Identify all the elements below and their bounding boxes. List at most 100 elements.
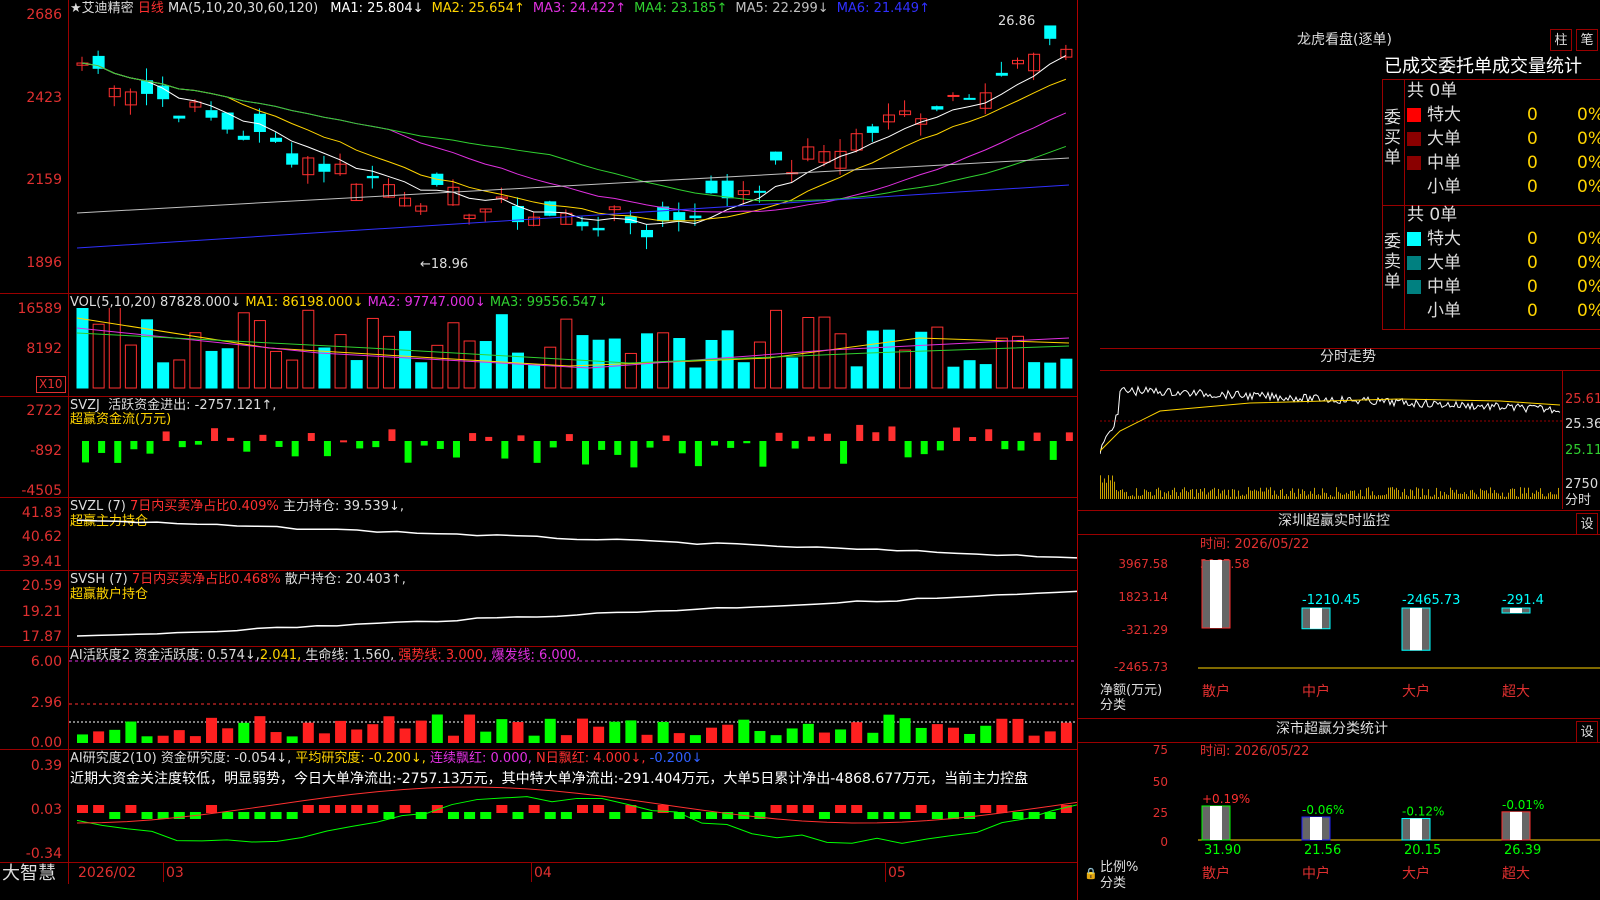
ma-values: MA1: 25.804↓ MA2: 25.654↑ MA3: 24.422↑ MA4:… (322, 1, 930, 16)
activity-chart[interactable] (69, 647, 1077, 749)
period-label[interactable]: 日线 (138, 1, 164, 16)
volume-bar (657, 332, 670, 389)
date-tick-feb: 2026/02 (78, 865, 137, 881)
monitor-axis-0: 3967.58 (1118, 557, 1168, 571)
svzj-axis-mid: -892 (30, 443, 62, 459)
tick-view-button[interactable]: 笔 (1576, 29, 1598, 51)
classify-bar-chart[interactable]: +0.19% 31.90 散户 -0.06% 21.56 中户 -0.12% 20.15 大户 -… (1198, 758, 1600, 900)
ma5-value: MA5: 22.299↓ (735, 1, 829, 16)
intraday-vol-bar (1464, 492, 1465, 499)
sell-row-pct: 0% (1577, 277, 1600, 297)
intraday-vol-bar (1208, 492, 1209, 499)
volume-bar (899, 349, 912, 389)
intraday-vol-bar (1468, 496, 1469, 499)
flow-bar (436, 441, 444, 449)
activity-bar (189, 736, 201, 743)
intraday-vol-bar (1164, 492, 1165, 499)
intraday-vol-bar (1180, 492, 1181, 499)
buy-row-1: 大单 0 0% (1407, 127, 1600, 151)
intraday-vol-bar (1186, 490, 1187, 499)
intraday-vol-bar (1336, 487, 1337, 499)
intraday-vol-bar (1326, 493, 1327, 499)
research-bar (157, 812, 169, 819)
research-bar (899, 812, 911, 819)
sep-main-vol (0, 293, 1077, 294)
intraday-vol-bar (1316, 495, 1317, 499)
flow-bar (614, 441, 622, 455)
intraday-vol-bar (1262, 491, 1263, 499)
flow-bar (307, 433, 315, 441)
intraday-vol-bar (1154, 495, 1155, 499)
date-sep-2 (531, 862, 532, 882)
volume-bar (786, 357, 799, 389)
intraday-vol-bar (1132, 495, 1133, 499)
intraday-vol-bar (1338, 491, 1339, 499)
volume-bar (237, 312, 250, 389)
vol-unit-badge[interactable]: X10 (36, 376, 66, 393)
intraday-vol-bar (1554, 494, 1555, 499)
monitor-title: 深圳超赢实时监控 (1278, 513, 1390, 529)
flow-bar (775, 432, 783, 441)
bar-view-button[interactable]: 柱 (1550, 29, 1572, 51)
monitor-bar-chart[interactable]: 散户 -1210.45 中户 -2465.73 大户 -291.4 超大 (1198, 560, 1600, 720)
classify-axis-3: 0 (1160, 835, 1168, 849)
ma-params: MA(5,10,20,30,60,120) (167, 1, 319, 16)
monitor-category-label: 分类 (1100, 698, 1127, 713)
monitor-time: 时间: 2026/05/22 (1200, 537, 1310, 552)
research-chart[interactable] (69, 750, 1077, 862)
intraday-vol-bar (1372, 491, 1373, 499)
classify-change: -0.12% (1402, 805, 1444, 819)
volume-bar (979, 364, 992, 389)
volume-chart[interactable] (69, 308, 1077, 396)
intraday-vol-bar (1520, 487, 1521, 499)
research-bar (1044, 812, 1056, 819)
research-bar (93, 805, 105, 813)
lock-icon[interactable]: 🔒 (1084, 866, 1098, 881)
classify-settings-button[interactable]: 设 (1576, 721, 1598, 743)
research-bar (544, 812, 556, 819)
candle-body (689, 215, 702, 219)
main-holding-chart[interactable] (69, 498, 1077, 570)
lhb-title: 龙虎看盘(逐单) (1297, 32, 1392, 48)
activity-bar (931, 724, 943, 743)
retail-holding-chart[interactable] (69, 571, 1077, 646)
volume-bar (866, 330, 879, 389)
fund-flow-chart[interactable] (69, 397, 1077, 497)
research-bar (141, 812, 153, 819)
monitor-category: 中户 (1302, 683, 1330, 700)
candlestick-chart[interactable] (69, 18, 1077, 293)
lhb-tabs[interactable]: 已成交委托单成交量统计 (1384, 56, 1582, 78)
buy-row-3: 小单 0 0% (1407, 175, 1600, 199)
favorite-star-icon[interactable]: ★ (70, 1, 82, 16)
sell-row-label: 特大 (1427, 229, 1461, 249)
activity-bar (802, 723, 814, 743)
activity-bar (577, 718, 588, 743)
flow-bar (936, 441, 944, 451)
intraday-vol-bar (1378, 494, 1379, 499)
flow-bar (985, 429, 993, 441)
candle-body (705, 180, 718, 194)
research-bar (447, 812, 459, 819)
ma6-line (76, 184, 1070, 249)
monitor-settings-button[interactable]: 设 (1576, 513, 1598, 535)
intraday-vol-bar (1420, 496, 1421, 499)
intraday-chart[interactable] (1100, 371, 1562, 509)
intraday-vol-bar (1144, 489, 1145, 499)
intraday-vol-bar (1324, 492, 1325, 499)
intraday-vol-bar (1204, 488, 1205, 499)
activity-bar (286, 736, 298, 743)
intraday-vol-bar (1352, 490, 1353, 499)
intraday-vol-bar (1134, 496, 1135, 499)
intraday-vol-bar (1162, 496, 1163, 499)
volume-bar (834, 333, 847, 389)
intraday-vol-bar (1414, 495, 1415, 499)
volume-bar (753, 341, 766, 389)
activity-bar (689, 735, 701, 743)
date-tick-may: 05 (888, 865, 906, 881)
candle-body (963, 97, 976, 100)
activity-bar (657, 721, 669, 743)
date-tick-mar: 03 (166, 865, 184, 881)
research-bar (399, 805, 411, 813)
intraday-vol-bar (1200, 489, 1201, 499)
flow-bar (598, 441, 606, 450)
